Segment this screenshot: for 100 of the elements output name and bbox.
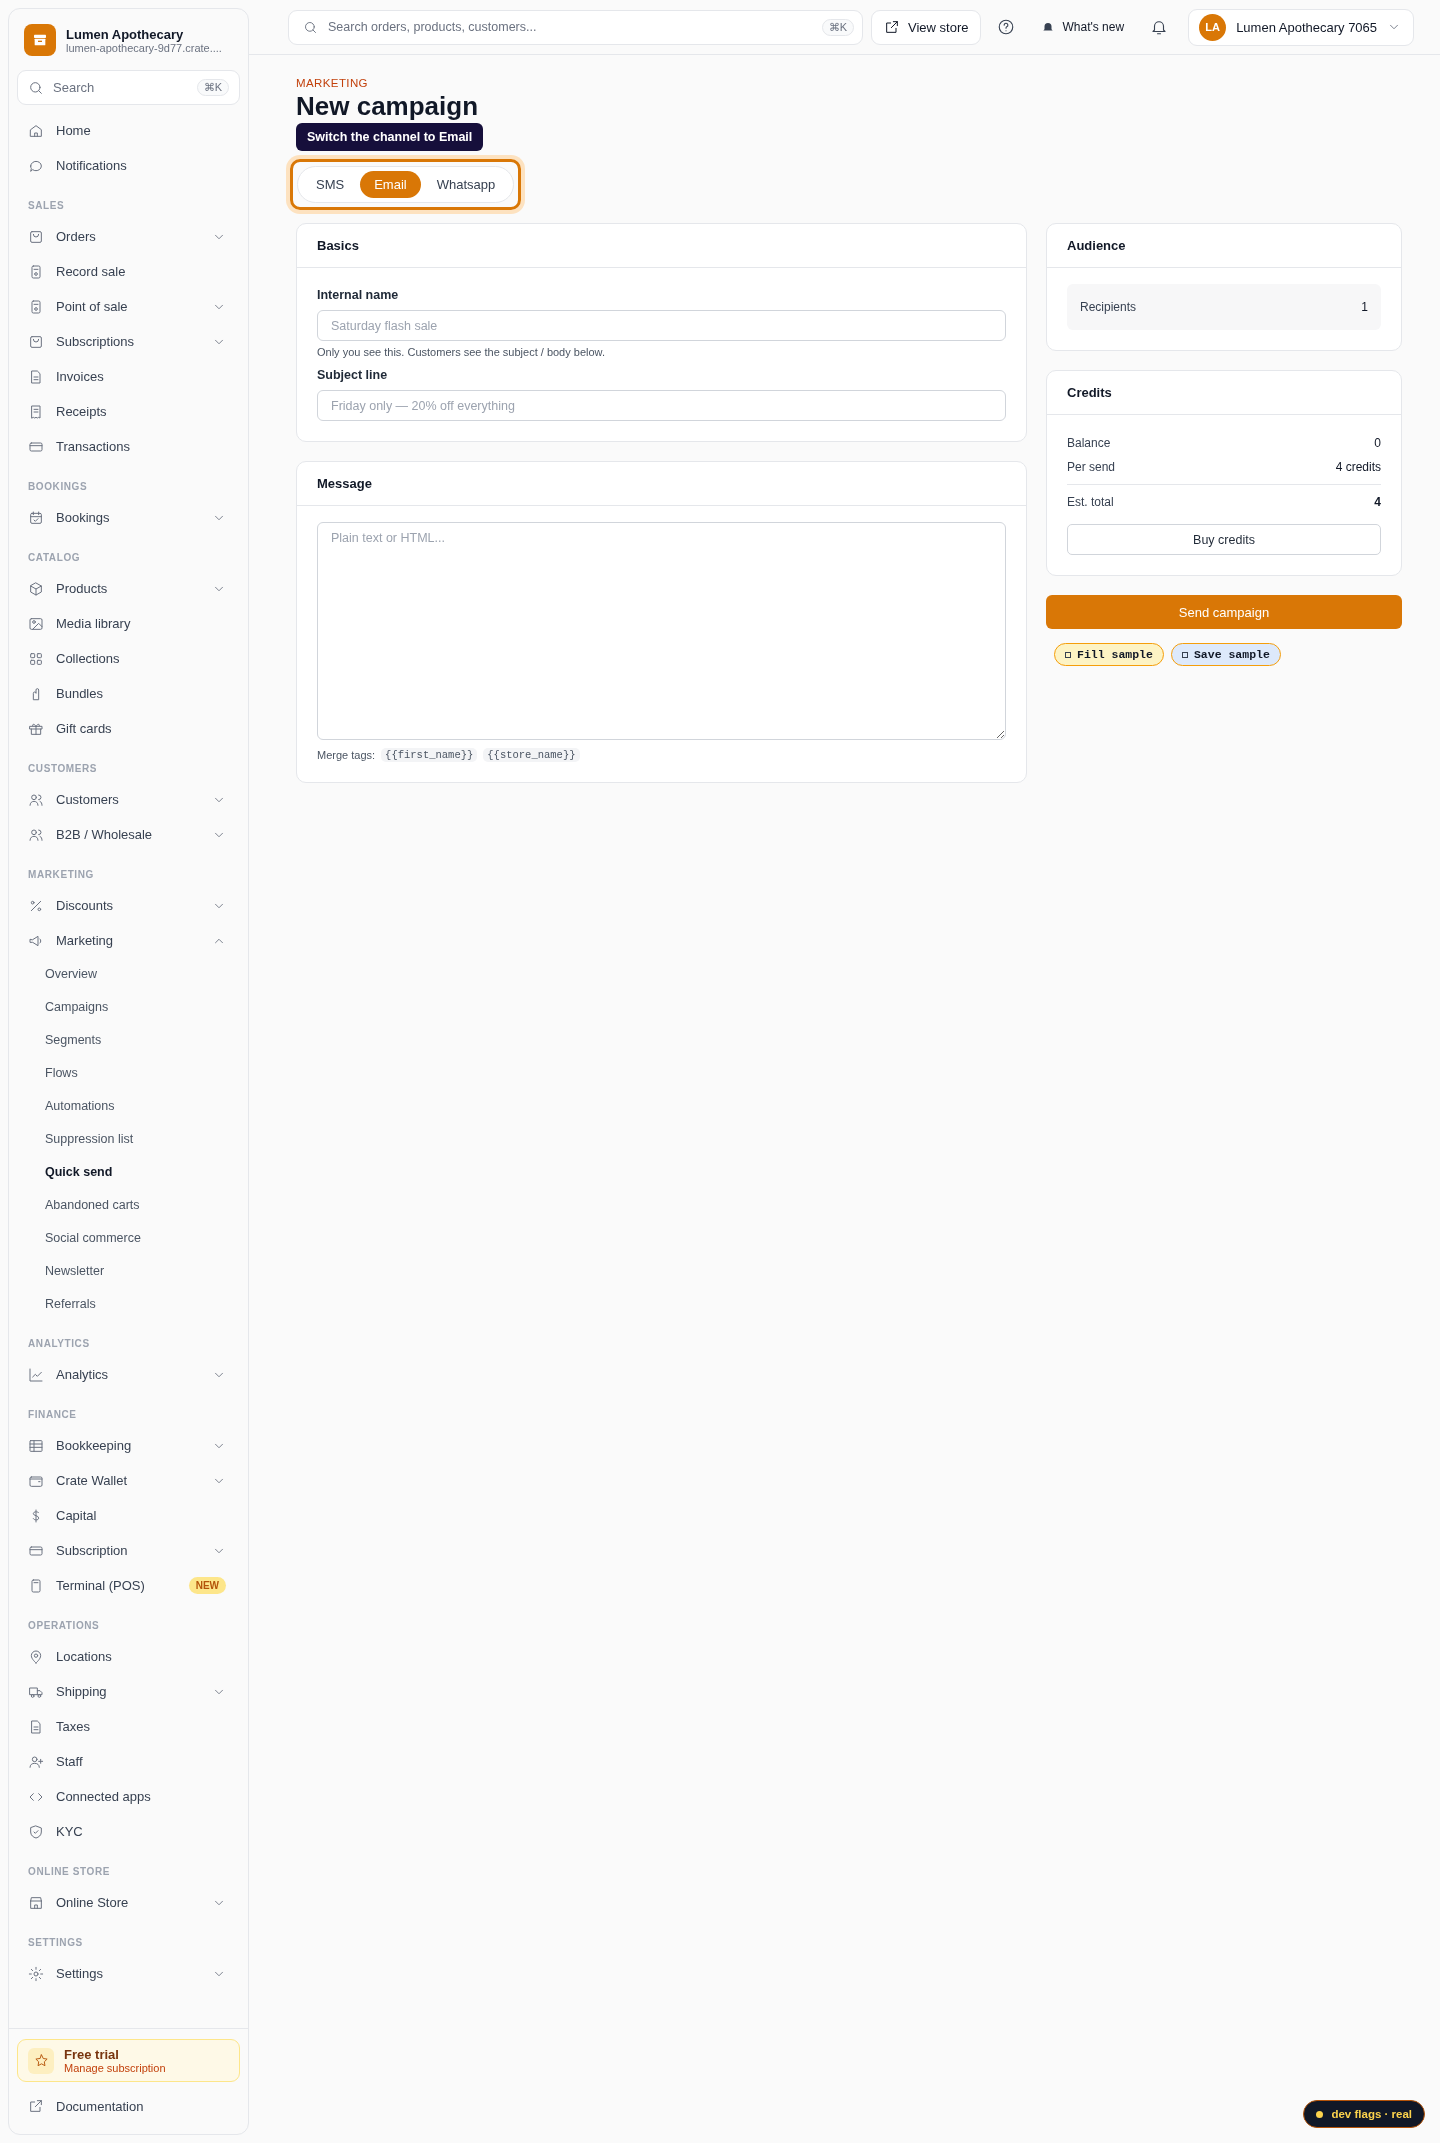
merge-tag: {{store_name}} [483,748,580,762]
bell-icon [1150,18,1169,36]
shortcut-hint: ⌘K [196,79,229,96]
nav-item[interactable]: Collections [17,641,240,676]
section-label: CUSTOMERS [27,762,99,776]
nav-item[interactable]: Bundles [17,676,240,711]
dev-flags-badge[interactable]: dev flags · real [1303,2100,1425,2128]
nav-item[interactable]: Transactions [17,429,240,464]
external-link-icon [884,19,900,35]
nav-subitem[interactable]: Segments [17,1024,240,1057]
nav-item[interactable]: B2B / Wholesale [17,817,240,852]
nav-item[interactable]: Analytics [17,1357,240,1392]
map-pin-icon [28,1648,44,1665]
search-icon [303,19,318,35]
section-label: MARKETING [27,868,95,882]
store-url: lumen-apothecary-9d77.crate.... [66,41,222,54]
bag-icon [28,333,44,350]
row-value: 4 credits [1335,460,1381,474]
bell-icon [1041,20,1056,34]
nav-item[interactable]: Products [17,571,240,606]
store-logo [24,24,56,56]
channel-tab[interactable]: SMS [302,171,359,198]
nav-item[interactable]: Record sale [17,254,240,289]
home-icon [28,122,44,139]
nav-item[interactable]: Invoices [17,359,240,394]
nav-subitem[interactable]: Overview [17,958,240,991]
search-icon [28,79,44,96]
nav-item[interactable]: Capital [17,1498,240,1533]
nav-subitem[interactable]: Automations [17,1090,240,1123]
section-label: ANALYTICS [27,1337,91,1351]
shortcut-hint: ⌘K [821,18,854,36]
row-label: Est. total [1067,495,1114,509]
nav-subitem[interactable]: Flows [17,1057,240,1090]
nav-item[interactable]: Staff [17,1744,240,1779]
field-hint: Only you see this. Customers see the subject / body below. [317,346,606,358]
merge-tag: {{first_name}} [381,748,478,762]
text-field[interactable]: Saturday flash sale [317,310,1006,341]
global-search-field[interactable]: Search orders, products, customers... ⌘K [288,9,863,45]
calendar-icon [28,509,44,526]
documentation-link[interactable]: Documentation [17,2088,240,2124]
nav-item[interactable]: Marketing [17,923,240,958]
nav-item[interactable]: Settings [17,1956,240,1991]
nav-item[interactable]: Home [17,113,240,148]
nav-subitem[interactable]: Newsletter [17,1255,240,1288]
nav-subitem[interactable]: Suppression list [17,1123,240,1156]
nav-item[interactable]: Taxes [17,1709,240,1744]
sample-button[interactable]: Fill sample [1054,643,1164,666]
account-menu[interactable]: LA Lumen Apothecary 7065 [1188,8,1415,46]
account-name: Lumen Apothecary 7065 [1236,19,1378,35]
nav-item[interactable]: Shipping [17,1674,240,1709]
nav-subitem[interactable]: Social commerce [17,1222,240,1255]
field-label: Subject line [317,368,389,382]
nav-subitem[interactable]: Referrals [17,1288,240,1321]
nav-item[interactable]: Media library [17,606,240,641]
nav-item[interactable]: Receipts [17,394,240,429]
nav-item[interactable]: Orders [17,219,240,254]
nav-item[interactable]: Discounts [17,888,240,923]
help-icon [997,18,1016,36]
nav-item[interactable]: Bookkeeping [17,1428,240,1463]
whats-new-button[interactable]: What's new [1031,20,1135,34]
user-plus-icon [28,1753,44,1770]
nav-subitem[interactable]: Campaigns [17,991,240,1024]
field-label: Internal name [317,288,400,302]
nav-item[interactable]: Terminal (POS) NEW [17,1568,240,1603]
row-label: Recipients [1080,300,1137,314]
row-value: 1 [1361,300,1368,314]
search-field[interactable]: Search ⌘K [17,70,240,105]
buy-credits-button[interactable]: Buy credits [1067,524,1381,555]
view-store-button[interactable]: View store [871,9,982,45]
table-icon [28,1437,44,1454]
page-title: New campaign [296,91,480,121]
nav-subitem[interactable]: Quick send [17,1156,240,1189]
message-field[interactable]: Plain text or HTML... [317,522,1006,740]
nav-item[interactable]: KYC [17,1814,240,1849]
nav-item[interactable]: Bookings [17,500,240,535]
section-label: ONLINE STORE [27,1865,112,1879]
nav-item[interactable]: Customers [17,782,240,817]
nav-item[interactable]: Connected apps [17,1779,240,1814]
nav-item[interactable]: Locations [17,1639,240,1674]
nav-item[interactable]: Subscription [17,1533,240,1568]
nav-item[interactable]: Subscriptions [17,324,240,359]
merge-tags-label: Merge tags: [317,749,376,761]
nav-subitem[interactable]: Abandoned carts [17,1189,240,1222]
section-label: OPERATIONS [27,1619,101,1633]
section-label: BOOKINGS [27,480,89,494]
trial-title: Free trial [64,2047,120,2062]
nav-item[interactable]: Online Store [17,1885,240,1920]
row-label: Balance [1067,436,1111,450]
nav-item[interactable]: Crate Wallet [17,1463,240,1498]
sample-button[interactable]: Save sample [1170,643,1281,666]
store-name: Lumen Apothecary [66,26,185,42]
nav-item[interactable]: Point of sale [17,289,240,324]
avatar: LA [1199,13,1227,41]
free-trial-card[interactable]: Free trial Manage subscription [17,2039,240,2082]
manage-subscription-link[interactable]: Manage subscription [64,2062,166,2074]
nav-item[interactable]: Notifications [17,148,240,183]
card-title: Credits [1047,371,1401,415]
channel-tab[interactable]: Whatsapp [422,171,510,198]
nav-item[interactable]: Gift cards [17,711,240,746]
text-field[interactable]: Friday only — 20% off everything [317,390,1006,421]
